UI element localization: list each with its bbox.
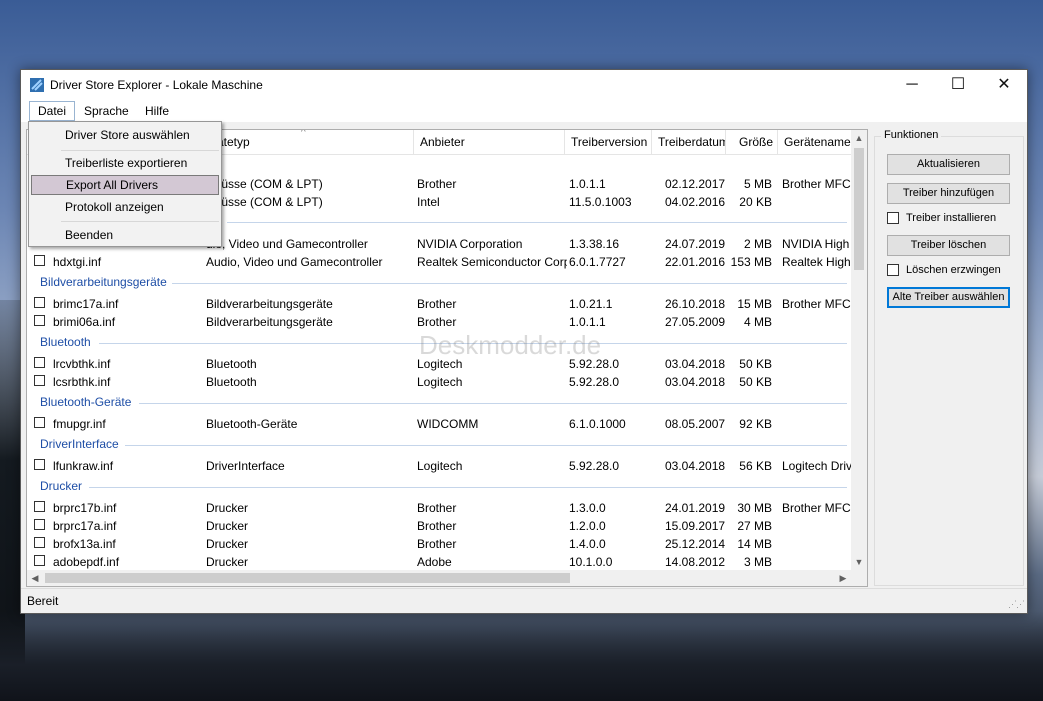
- menu-item-export-all-drivers[interactable]: Export All Drivers: [31, 175, 219, 195]
- column-header-geraetetyp[interactable]: ätetyp: [217, 130, 414, 154]
- datei-dropdown-menu: Driver Store auswählen Treiberliste expo…: [28, 121, 222, 247]
- menu-datei[interactable]: Datei: [29, 101, 76, 121]
- row-checkbox[interactable]: [34, 537, 45, 548]
- menu-bar: Datei Sprache Hilfe: [21, 100, 1027, 122]
- vertical-scroll-thumb[interactable]: [854, 148, 864, 270]
- table-row[interactable]: hdxtgi.inf Audio, Video und Gamecontroll…: [27, 253, 852, 271]
- install-driver-label: Treiber installieren: [906, 212, 997, 224]
- resize-grip-icon[interactable]: ⋰⋰: [1008, 599, 1025, 610]
- minimize-button[interactable]: ─: [889, 70, 935, 100]
- row-checkbox[interactable]: [34, 255, 45, 266]
- menu-separator: [61, 150, 219, 151]
- row-checkbox[interactable]: [34, 357, 45, 368]
- functions-group-title: Funktionen: [881, 129, 942, 141]
- row-checkbox[interactable]: [34, 459, 45, 470]
- row-checkbox[interactable]: [34, 501, 45, 512]
- group-header-driverinterface[interactable]: DriverInterface: [27, 435, 851, 455]
- column-header-groesse[interactable]: Größe: [726, 130, 778, 154]
- scrollbar-corner: [851, 570, 867, 586]
- table-row[interactable]: adobepdf.inf Drucker Adobe 10.1.0.0 14.0…: [27, 553, 851, 571]
- app-icon: [30, 78, 44, 92]
- row-checkbox[interactable]: [34, 417, 45, 428]
- menu-sprache[interactable]: Sprache: [76, 102, 137, 120]
- group-header-bluetooth-geraete[interactable]: Bluetooth-Geräte: [27, 393, 851, 413]
- menu-item-driver-store-auswaehlen[interactable]: Driver Store auswählen: [31, 125, 219, 145]
- table-row[interactable]: brprc17a.inf Drucker Brother 1.2.0.0 15.…: [27, 517, 851, 535]
- column-header-geraetename[interactable]: Gerätename: [778, 130, 853, 154]
- refresh-button[interactable]: Aktualisieren: [887, 154, 1010, 175]
- scroll-left-arrow-icon[interactable]: ◀: [27, 570, 43, 586]
- window-title: Driver Store Explorer - Lokale Maschine: [50, 78, 263, 92]
- scroll-right-arrow-icon[interactable]: ▶: [835, 570, 851, 586]
- menu-item-protokoll-anzeigen[interactable]: Protokoll anzeigen: [31, 197, 219, 217]
- menu-item-treiberliste-exportieren[interactable]: Treiberliste exportieren: [31, 153, 219, 173]
- row-checkbox[interactable]: [34, 315, 45, 326]
- delete-driver-button[interactable]: Treiber löschen: [887, 235, 1010, 256]
- menu-item-beenden[interactable]: Beenden: [31, 225, 219, 245]
- column-header-treiberdatum[interactable]: Treiberdatum: [652, 130, 726, 154]
- status-bar: Bereit ⋰⋰: [21, 588, 1027, 613]
- scroll-down-arrow-icon[interactable]: ▼: [851, 554, 867, 570]
- close-button[interactable]: ✕: [981, 70, 1027, 100]
- menu-separator: [61, 221, 219, 222]
- table-row[interactable]: brimc17a.inf Bildverarbeitungsgeräte Bro…: [27, 295, 852, 313]
- horizontal-scroll-thumb[interactable]: [45, 573, 570, 583]
- table-row[interactable]: brimi06a.inf Bildverarbeitungsgeräte Bro…: [27, 313, 851, 331]
- row-checkbox[interactable]: [34, 519, 45, 530]
- row-checkbox[interactable]: [34, 375, 45, 386]
- table-row[interactable]: fmupgr.inf Bluetooth-Geräte WIDCOMM 6.1.…: [27, 415, 851, 433]
- horizontal-scrollbar[interactable]: ◀ ▶: [27, 570, 851, 586]
- vertical-scrollbar[interactable]: ▲ ▼: [851, 130, 867, 570]
- add-driver-button[interactable]: Treiber hinzufügen: [887, 183, 1010, 204]
- table-row[interactable]: brofx13a.inf Drucker Brother 1.4.0.0 25.…: [27, 535, 851, 553]
- column-header-anbieter[interactable]: Anbieter: [414, 130, 565, 154]
- column-header-treiberversion[interactable]: Treiberversion: [565, 130, 652, 154]
- sort-ascending-icon: ^: [301, 129, 306, 138]
- status-text: Bereit: [27, 594, 59, 608]
- force-delete-checkbox-box[interactable]: [887, 264, 899, 276]
- force-delete-label: Löschen erzwingen: [906, 264, 1001, 276]
- desktop-background-shore: [0, 611, 1043, 701]
- table-row[interactable]: brprc17b.inf Drucker Brother 1.3.0.0 24.…: [27, 499, 852, 517]
- table-row[interactable]: lfunkraw.inf DriverInterface Logitech 5.…: [27, 457, 852, 475]
- row-checkbox[interactable]: [34, 297, 45, 308]
- group-header-bildverarbeitungsgeraete[interactable]: Bildverarbeitungsgeräte: [27, 273, 851, 293]
- menu-hilfe[interactable]: Hilfe: [137, 102, 177, 120]
- scroll-up-arrow-icon[interactable]: ▲: [851, 130, 867, 146]
- table-row[interactable]: lcsrbthk.inf Bluetooth Logitech 5.92.28.…: [27, 373, 851, 391]
- row-checkbox[interactable]: [34, 555, 45, 566]
- watermark: Deskmodder.de: [419, 330, 602, 360]
- group-header-drucker[interactable]: Drucker: [27, 477, 851, 497]
- maximize-button[interactable]: ☐: [935, 70, 981, 100]
- install-driver-checkbox-box[interactable]: [887, 212, 899, 224]
- select-old-drivers-button[interactable]: Alte Treiber auswählen: [887, 287, 1010, 308]
- title-bar[interactable]: Driver Store Explorer - Lokale Maschine …: [21, 70, 1027, 100]
